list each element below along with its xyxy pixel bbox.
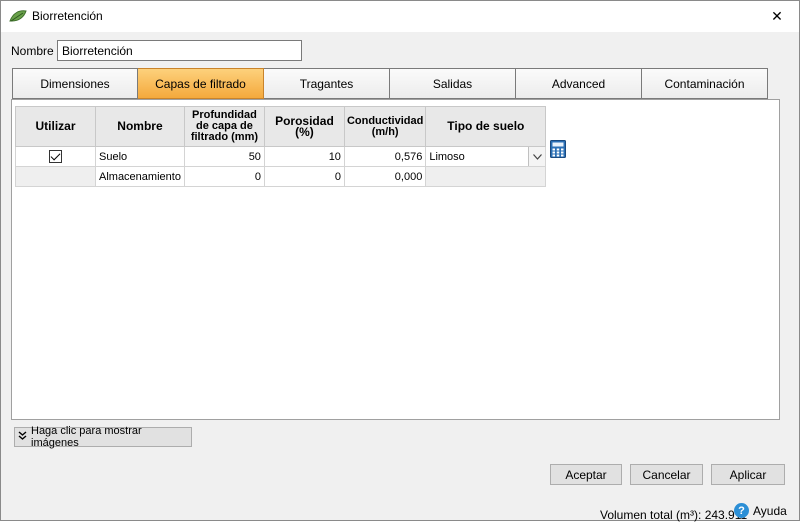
tab-contaminacion[interactable]: Contaminación bbox=[642, 68, 768, 99]
utilizar-cell bbox=[15, 166, 96, 187]
filter-layers-grid: Utilizar Nombre Profundidad de capa de f… bbox=[15, 106, 547, 187]
name-label: Nombre bbox=[11, 44, 54, 58]
porosidad-cell[interactable]: 10 bbox=[263, 146, 345, 167]
header-conductividad: Conductividad (m/h) bbox=[343, 106, 427, 147]
tab-strip: Dimensiones Capas de filtrado Tragantes … bbox=[12, 68, 768, 99]
tipo-de-suelo-value: Limoso bbox=[429, 150, 465, 163]
help-icon[interactable]: ? bbox=[734, 503, 749, 518]
double-chevron-down-icon bbox=[18, 431, 27, 443]
conductividad-cell[interactable]: 0,000 bbox=[343, 166, 427, 187]
nombre-cell[interactable]: Almacenamiento bbox=[95, 166, 185, 187]
tab-dimensiones[interactable]: Dimensiones bbox=[12, 68, 138, 99]
porosidad-cell[interactable]: 0 bbox=[263, 166, 345, 187]
tab-capas-de-filtrado[interactable]: Capas de filtrado bbox=[138, 68, 264, 99]
close-icon: ✕ bbox=[771, 7, 783, 24]
total-volume-label: Volumen total (m³): bbox=[600, 508, 705, 522]
accept-button[interactable]: Aceptar bbox=[550, 464, 622, 485]
show-images-button[interactable]: Haga clic para mostrar imágenes bbox=[14, 425, 192, 449]
cancel-button[interactable]: Cancelar bbox=[630, 464, 703, 485]
tab-tragantes[interactable]: Tragantes bbox=[264, 68, 390, 99]
tab-advanced[interactable]: Advanced bbox=[516, 68, 642, 99]
tab-salidas[interactable]: Salidas bbox=[390, 68, 516, 99]
profundidad-cell[interactable]: 0 bbox=[183, 166, 265, 187]
header-utilizar: Utilizar bbox=[15, 106, 96, 147]
table-row: Almacenamiento 0 0 0,000 bbox=[15, 166, 547, 187]
header-profundidad: Profundidad de capa de filtrado (mm) bbox=[183, 106, 265, 147]
apply-button[interactable]: Aplicar bbox=[711, 464, 785, 485]
nombre-cell[interactable]: Suelo bbox=[95, 146, 185, 167]
tab-content-panel: Utilizar Nombre Profundidad de capa de f… bbox=[11, 99, 780, 420]
utilizar-cell[interactable] bbox=[15, 146, 96, 167]
header-tipo-de-suelo: Tipo de suelo bbox=[425, 106, 547, 147]
profundidad-cell[interactable]: 50 bbox=[183, 146, 265, 167]
window-title: Biorretención bbox=[32, 9, 103, 23]
calculator-icon[interactable] bbox=[550, 140, 566, 158]
close-button[interactable]: ✕ bbox=[755, 1, 799, 31]
table-row: Suelo 50 10 0,576 Limoso bbox=[15, 146, 547, 167]
total-volume: Volumen total (m³): 243.911 bbox=[600, 508, 747, 522]
conductividad-cell[interactable]: 0,576 bbox=[343, 146, 427, 167]
leaf-app-icon bbox=[9, 10, 27, 22]
title-bar: Biorretención ✕ bbox=[1, 1, 799, 32]
help-link[interactable]: Ayuda bbox=[753, 504, 787, 518]
dialog-window: Biorretención ✕ Nombre Dimensiones Capas… bbox=[0, 0, 800, 522]
show-images-label: Haga clic para mostrar imágenes bbox=[31, 425, 142, 449]
header-nombre: Nombre bbox=[95, 106, 185, 147]
name-input[interactable] bbox=[57, 40, 302, 61]
chevron-down-icon[interactable] bbox=[528, 147, 545, 166]
tipo-de-suelo-dropdown[interactable]: Limoso bbox=[425, 146, 547, 167]
tipo-de-suelo-cell bbox=[425, 166, 547, 187]
utilizar-checkbox[interactable] bbox=[49, 150, 62, 163]
header-porosidad: Porosidad (%) bbox=[263, 106, 345, 147]
